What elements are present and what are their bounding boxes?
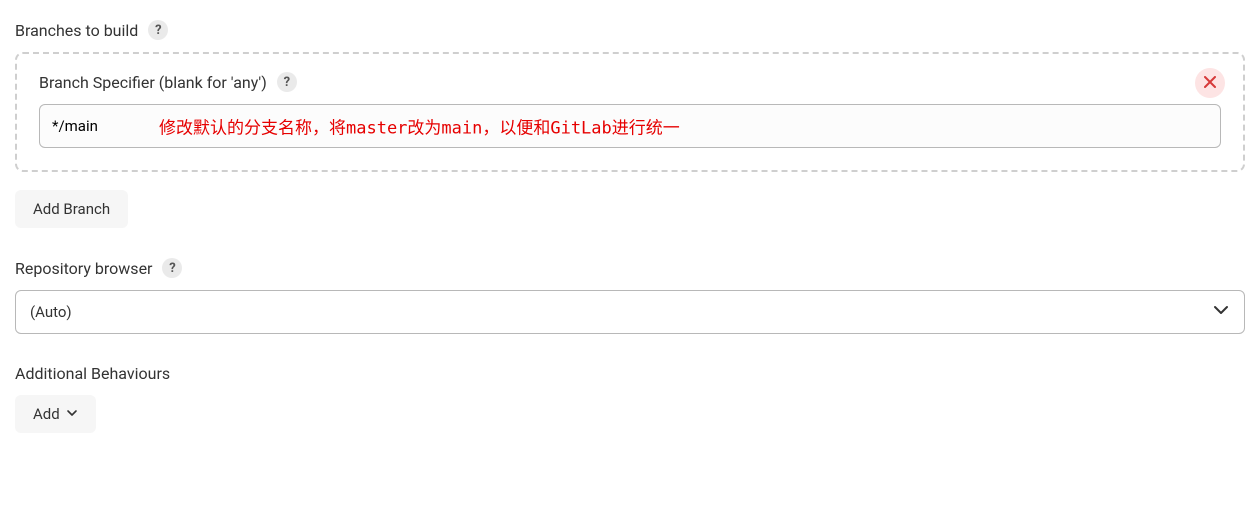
help-icon[interactable]: ? xyxy=(148,20,168,40)
add-branch-label: Add Branch xyxy=(33,200,110,218)
repository-browser-select-wrapper: (Auto) xyxy=(15,290,1245,334)
branch-specifier-input-wrapper: 修改默认的分支名称，将master改为main，以便和GitLab进行统一 xyxy=(39,104,1221,148)
additional-title-text: Additional Behaviours xyxy=(15,364,170,383)
branch-specifier-group: Branch Specifier (blank for 'any') ? 修改默… xyxy=(15,52,1245,172)
repo-browser-selected: (Auto) xyxy=(30,303,72,321)
close-icon xyxy=(1204,74,1216,92)
help-icon[interactable]: ? xyxy=(162,258,182,278)
branch-specifier-label: Branch Specifier (blank for 'any') ? xyxy=(39,72,1221,92)
repository-browser-label: Repository browser ? xyxy=(15,258,1245,278)
add-branch-button[interactable]: Add Branch xyxy=(15,190,128,228)
additional-behaviours-label: Additional Behaviours xyxy=(15,364,1245,383)
branches-to-build-label: Branches to build ? xyxy=(15,20,1245,40)
help-icon[interactable]: ? xyxy=(277,72,297,92)
add-behaviour-label: Add xyxy=(33,405,60,423)
repository-browser-select[interactable]: (Auto) xyxy=(15,290,1245,334)
chevron-down-icon xyxy=(66,405,78,423)
remove-branch-button[interactable] xyxy=(1195,68,1225,98)
add-behaviour-button[interactable]: Add xyxy=(15,395,96,433)
branch-specifier-input[interactable] xyxy=(39,104,1221,148)
branch-specifier-text: Branch Specifier (blank for 'any') xyxy=(39,73,267,92)
repo-browser-title-text: Repository browser xyxy=(15,259,152,278)
branches-title-text: Branches to build xyxy=(15,21,138,40)
